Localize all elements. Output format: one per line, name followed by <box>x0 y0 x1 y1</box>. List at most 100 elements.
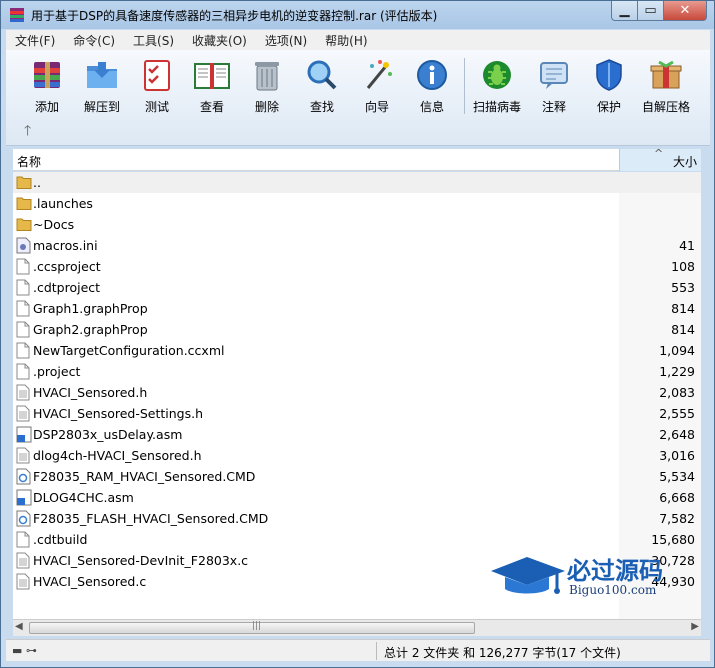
file-name: Graph2.graphProp <box>33 322 148 337</box>
wizard-button[interactable]: 向导 <box>349 56 405 116</box>
sort-ascending-icon: ^ <box>654 147 664 160</box>
scroll-grip-icon: ||| <box>252 621 262 631</box>
scroll-thumb[interactable]: ||| <box>29 621 475 634</box>
menu-help[interactable]: 帮助(H) <box>316 32 376 49</box>
up-folder-icon[interactable]: 🡑 <box>24 120 31 144</box>
file-name: .project <box>33 364 81 379</box>
extract-button[interactable]: 解压到 <box>74 56 130 116</box>
file-row[interactable]: DLOG4CHC.asm 6,668 <box>13 487 701 508</box>
scroll-left-icon[interactable]: ◀ <box>15 621 23 632</box>
file-size: 814 <box>671 322 695 337</box>
file-row[interactable]: .. <box>13 172 701 193</box>
scan-virus-button[interactable]: 扫描病毒 <box>469 56 525 116</box>
text-file-icon <box>16 552 32 569</box>
file-row[interactable]: .launches <box>13 193 701 214</box>
file-row[interactable]: HVACI_Sensored.h 2,083 <box>13 382 701 403</box>
column-name[interactable]: 名称 <box>17 153 41 170</box>
drive-key-icon[interactable]: ▬ ⊶ <box>12 644 37 657</box>
protect-button[interactable]: 保护 <box>581 56 637 116</box>
file-name: .ccsproject <box>33 259 101 274</box>
toolbar: 添加 解压到 测试 查看 删除 查找 向导 信息 扫描病毒 注释 保护 自解压格… <box>6 50 710 146</box>
graduation-cap-icon <box>491 557 565 594</box>
asm-file-icon <box>16 489 32 506</box>
file-name: .. <box>33 175 41 190</box>
info-icon <box>413 56 451 94</box>
file-row[interactable]: ~Docs <box>13 214 701 235</box>
file-size: 41 <box>679 238 695 253</box>
file-size: 15,680 <box>651 532 695 547</box>
file-row[interactable]: dlog4ch-HVACI_Sensored.h 3,016 <box>13 445 701 466</box>
file-row[interactable]: HVACI_Sensored-Settings.h 2,555 <box>13 403 701 424</box>
view-book-icon <box>193 56 231 94</box>
column-size[interactable]: ^ 大小 <box>619 147 701 171</box>
file-name: HVACI_Sensored-DevInit_F2803x.c <box>33 553 249 568</box>
file-row[interactable]: Graph2.graphProp 814 <box>13 319 701 340</box>
test-checklist-icon <box>138 56 176 94</box>
menu-favorites[interactable]: 收藏夹(O) <box>183 32 256 49</box>
file-name: F28035_FLASH_HVACI_Sensored.CMD <box>33 511 269 526</box>
watermark-logo: 必过源码 Biguo100.com <box>489 551 699 607</box>
file-row[interactable]: macros.ini 41 <box>13 235 701 256</box>
file-row[interactable]: Graph1.graphProp 814 <box>13 298 701 319</box>
file-row[interactable]: F28035_FLASH_HVACI_Sensored.CMD 7,582 <box>13 508 701 529</box>
file-name: macros.ini <box>33 238 98 253</box>
test-button[interactable]: 测试 <box>129 56 185 116</box>
file-row[interactable]: F28035_RAM_HVACI_Sensored.CMD 5,534 <box>13 466 701 487</box>
add-button[interactable]: 添加 <box>19 56 75 116</box>
file-row[interactable]: NewTargetConfiguration.ccxml 1,094 <box>13 340 701 361</box>
file-name: NewTargetConfiguration.ccxml <box>33 343 225 358</box>
maximize-button[interactable]: ▭ <box>637 1 664 21</box>
text-file-icon <box>16 573 32 590</box>
minimize-button[interactable]: ▁ <box>611 1 638 21</box>
file-row[interactable]: .cdtbuild 15,680 <box>13 529 701 550</box>
title-bar: 用于基于DSP的具备速度传感器的三相异步电机的逆变器控制.rar (评估版本) … <box>1 1 714 29</box>
extract-folder-icon <box>83 56 121 94</box>
file-file-icon <box>16 279 32 296</box>
menu-file[interactable]: 文件(F) <box>6 32 64 49</box>
view-button[interactable]: 查看 <box>184 56 240 116</box>
file-file-icon <box>16 342 32 359</box>
folder-file-icon <box>16 195 32 212</box>
watermark-url: Biguo100.com <box>569 583 657 597</box>
menu-options[interactable]: 选项(N) <box>256 32 316 49</box>
bug-icon <box>478 56 516 94</box>
folder-file-icon <box>16 216 32 233</box>
file-row[interactable]: .ccsproject 108 <box>13 256 701 277</box>
add-archive-icon <box>28 56 66 94</box>
info-button[interactable]: 信息 <box>404 56 460 116</box>
winrar-app-icon <box>9 7 25 23</box>
scroll-right-icon[interactable]: ▶ <box>691 621 699 632</box>
trash-icon <box>248 56 286 94</box>
menu-bar: 文件(F) 命令(C) 工具(S) 收藏夹(O) 选项(N) 帮助(H) <box>6 30 710 50</box>
comment-icon <box>535 56 573 94</box>
sfx-button[interactable]: 自解压格 <box>638 56 694 116</box>
watermark-title: 必过源码 <box>567 556 663 585</box>
find-button[interactable]: 查找 <box>294 56 350 116</box>
file-name: HVACI_Sensored.c <box>33 574 147 589</box>
file-name: DSP2803x_usDelay.asm <box>33 427 183 442</box>
menu-command[interactable]: 命令(C) <box>64 32 124 49</box>
comment-button[interactable]: 注释 <box>526 56 582 116</box>
file-row[interactable]: .cdtproject 553 <box>13 277 701 298</box>
file-file-icon <box>16 531 32 548</box>
file-size: 3,016 <box>659 448 695 463</box>
delete-button[interactable]: 删除 <box>239 56 295 116</box>
text-file-icon <box>16 447 32 464</box>
file-size: 2,555 <box>659 406 695 421</box>
file-file-icon <box>16 321 32 338</box>
file-size: 5,534 <box>659 469 695 484</box>
horizontal-scrollbar[interactable]: ◀ ||| ▶ <box>13 619 701 636</box>
file-file-icon <box>16 300 32 317</box>
cmd-file-icon <box>16 510 32 527</box>
status-summary: 总计 2 文件夹 和 126,277 字节(17 个文件) <box>384 646 621 660</box>
file-row[interactable]: DSP2803x_usDelay.asm 2,648 <box>13 424 701 445</box>
asm-file-icon <box>16 426 32 443</box>
menu-tools[interactable]: 工具(S) <box>124 32 183 49</box>
config-file-icon <box>16 237 32 254</box>
file-size: 814 <box>671 301 695 316</box>
file-name: .cdtbuild <box>33 532 88 547</box>
file-name: .launches <box>33 196 93 211</box>
file-name: ~Docs <box>33 217 75 232</box>
close-button[interactable]: ✕ <box>663 1 707 21</box>
file-row[interactable]: .project 1,229 <box>13 361 701 382</box>
